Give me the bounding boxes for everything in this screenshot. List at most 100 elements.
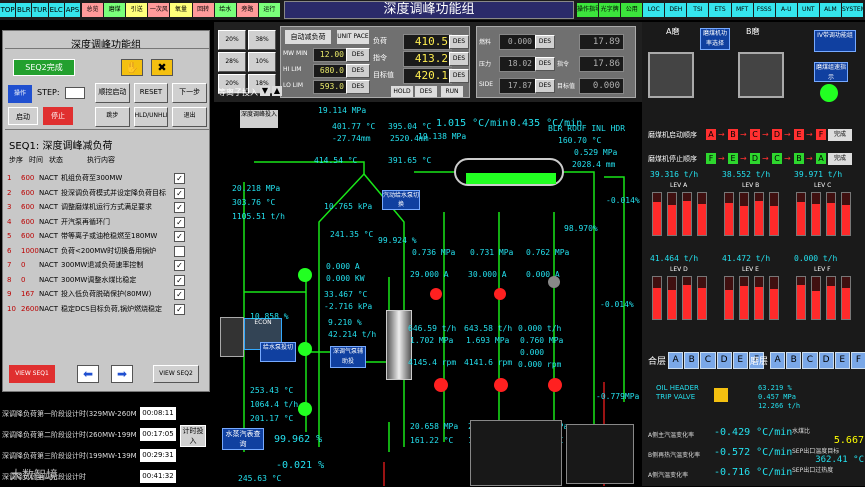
seq-step[interactable]: A [706, 129, 716, 140]
group-tab[interactable]: 旁路 [236, 3, 258, 17]
pump-icon[interactable] [298, 402, 312, 416]
group-tab[interactable]: 运行 [258, 3, 280, 17]
hand-icon[interactable]: ✋ [121, 59, 143, 76]
seq-step[interactable]: E [794, 129, 804, 140]
nav-tab[interactable]: ELC [48, 3, 64, 17]
des-button[interactable]: DES [346, 64, 370, 78]
step-checkbox[interactable]: ✓ [174, 202, 185, 213]
nav-tab[interactable]: TOP [0, 3, 16, 17]
view-seq2-button[interactable]: VIEW SEQ2 [153, 365, 199, 383]
layer-letter-button[interactable]: D [716, 352, 732, 369]
nav-tab[interactable]: DEH [665, 3, 687, 17]
feed-pump-c-icon[interactable] [548, 378, 562, 392]
mode-button[interactable]: 操作 [8, 85, 32, 103]
mill-power-button[interactable]: 磨煤机功率选择 [700, 28, 730, 50]
nav-tab[interactable]: UNT [797, 3, 819, 17]
start-seq-done-button[interactable]: 完成 [828, 129, 852, 141]
timer-start-button[interactable]: 计时投入 [180, 425, 206, 447]
layer-letter-button[interactable]: F [850, 352, 865, 369]
unit-pace-button[interactable]: UNIT PACE [337, 30, 369, 44]
pump-icon[interactable] [298, 342, 312, 356]
layer-letter-button[interactable]: E [732, 352, 748, 369]
hold-button[interactable]: HOLD [391, 86, 413, 97]
step-checkbox[interactable]: ✓ [174, 216, 185, 228]
control-button[interactable]: 顺控启动 [95, 83, 130, 103]
layer-letter-button[interactable]: B [786, 352, 802, 369]
group-tab[interactable]: 引送 [126, 3, 148, 17]
layer-letter-button[interactable]: A [770, 352, 786, 369]
des-button[interactable]: DES [449, 69, 469, 83]
nav-tab[interactable]: ALM [819, 3, 841, 17]
seq-step[interactable]: F [816, 129, 826, 140]
mill-b-icon[interactable] [738, 52, 784, 98]
nav-tab[interactable]: TSI [687, 3, 709, 17]
des-button[interactable]: DES [346, 48, 370, 62]
percent-button[interactable]: 38% [248, 30, 276, 50]
step-field[interactable] [65, 87, 85, 99]
arrow-up-icon[interactable]: ▲ [272, 86, 282, 96]
stop-seq-done-button[interactable]: 完成 [828, 153, 852, 165]
view-seq1-button[interactable]: VIEW SEQ1 [9, 365, 55, 383]
des-button[interactable]: DES [535, 57, 555, 71]
des-button[interactable]: DES [415, 86, 437, 97]
des-button[interactable]: DES [449, 52, 469, 66]
arrow-right-icon[interactable]: ➡ [111, 365, 133, 383]
pump-b-icon[interactable] [494, 288, 506, 300]
seq-step[interactable]: D [772, 129, 782, 140]
nav-tab[interactable]: TUR [32, 3, 48, 17]
control-button[interactable]: RESET [133, 83, 169, 103]
start-button[interactable]: 启动 [8, 107, 38, 125]
control-button[interactable]: HLD/UNHLD [133, 107, 169, 127]
percent-button[interactable]: 10% [248, 52, 276, 72]
group-tab[interactable]: 回转 [192, 3, 214, 17]
layer-letter-button[interactable]: A [668, 352, 684, 369]
run-button[interactable]: RUN [441, 86, 463, 97]
percent-button[interactable]: 20% [218, 30, 246, 50]
nav-tab[interactable]: BLR [16, 3, 32, 17]
feed-pump-b-icon[interactable] [494, 378, 508, 392]
step-checkbox[interactable]: ✓ [174, 274, 185, 286]
percent-button[interactable]: 28% [218, 52, 246, 72]
group-tab[interactable]: 一次风 [148, 3, 170, 17]
step-checkbox[interactable]: ✓ [174, 173, 185, 184]
control-button[interactable]: 退出 [172, 107, 208, 127]
group-tab[interactable]: 氧量 [170, 3, 192, 17]
seq-step[interactable]: D [750, 153, 760, 164]
seq-step[interactable]: B [728, 129, 738, 140]
pump-c-icon[interactable] [548, 276, 560, 288]
nav-tab[interactable]: ETS [709, 3, 731, 17]
arrow-down-icon[interactable]: ▼ [260, 86, 270, 96]
layer-letter-button[interactable]: D [818, 352, 834, 369]
step-checkbox[interactable]: ✓ [174, 260, 185, 271]
nav-tab[interactable]: MFT [731, 3, 753, 17]
step-checkbox[interactable]: ✓ [174, 231, 185, 242]
seq-step[interactable]: B [794, 153, 804, 164]
nav-tab[interactable]: LOC [643, 3, 665, 17]
seq-step[interactable]: F [706, 153, 716, 164]
nav-tab[interactable]: A-U [775, 3, 797, 17]
mill-speed-button[interactable]: 磨煤组速指示 [814, 62, 848, 82]
seq-step[interactable]: E [728, 153, 738, 164]
condensate-pump-icon[interactable] [298, 268, 312, 282]
nav-tab[interactable]: APS [64, 3, 81, 17]
des-button[interactable]: DES [449, 35, 469, 49]
feed-pump-a-icon[interactable] [434, 378, 448, 392]
nav-tab[interactable]: 公用 [621, 3, 643, 17]
mill-a-icon[interactable] [648, 52, 694, 98]
nav-tab[interactable]: FSSS [753, 3, 775, 17]
nav-tab[interactable]: 操作指导 [577, 3, 599, 17]
layer-letter-button[interactable]: C [802, 352, 818, 369]
step-checkbox[interactable]: ✓ [174, 187, 185, 199]
seq-step[interactable]: C [772, 153, 782, 164]
des-button[interactable]: DES [535, 35, 555, 49]
nav-tab[interactable]: 光字牌 [599, 3, 621, 17]
control-button[interactable]: 跳步 [95, 107, 130, 127]
nav-tab[interactable]: SYSTEM [841, 3, 864, 17]
group-tab[interactable]: 磨煤 [104, 3, 126, 17]
step-checkbox[interactable]: ✓ [174, 289, 185, 300]
oil-valve-icon[interactable] [714, 388, 728, 402]
seq-status-button[interactable]: SEQ2完成 [13, 59, 75, 76]
arrow-left-icon[interactable]: ⬅ [77, 365, 99, 383]
group-tab[interactable]: 给水 [214, 3, 236, 17]
seq-step[interactable]: C [750, 129, 760, 140]
